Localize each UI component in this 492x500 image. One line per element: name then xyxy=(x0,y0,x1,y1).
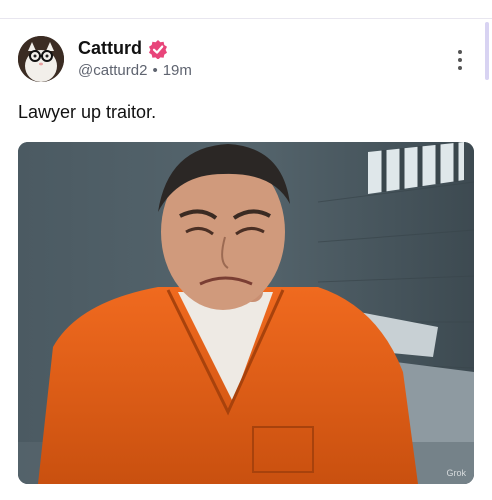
image-watermark: Grok xyxy=(446,468,466,478)
author-name-row: Catturd xyxy=(78,38,168,60)
more-dot xyxy=(458,58,462,62)
more-options-button[interactable] xyxy=(452,48,468,74)
more-vertical-icon xyxy=(458,50,462,54)
cat-avatar-icon xyxy=(18,36,64,82)
author-avatar[interactable] xyxy=(18,36,64,82)
post-image[interactable]: Grok xyxy=(18,142,474,484)
post-timestamp[interactable]: 19m xyxy=(163,62,192,79)
author-display-name[interactable]: Catturd xyxy=(78,38,142,59)
top-divider xyxy=(0,18,492,19)
author-handle[interactable]: @catturd2 xyxy=(78,62,147,79)
author-meta-row: @catturd2 • 19m xyxy=(78,62,192,79)
scrollbar-thumb[interactable] xyxy=(485,22,489,80)
verified-badge-icon xyxy=(148,39,168,60)
more-dot xyxy=(458,66,462,70)
meta-separator: • xyxy=(152,62,158,79)
post-text: Lawyer up traitor. xyxy=(18,102,157,122)
prison-scene-image xyxy=(18,142,474,484)
